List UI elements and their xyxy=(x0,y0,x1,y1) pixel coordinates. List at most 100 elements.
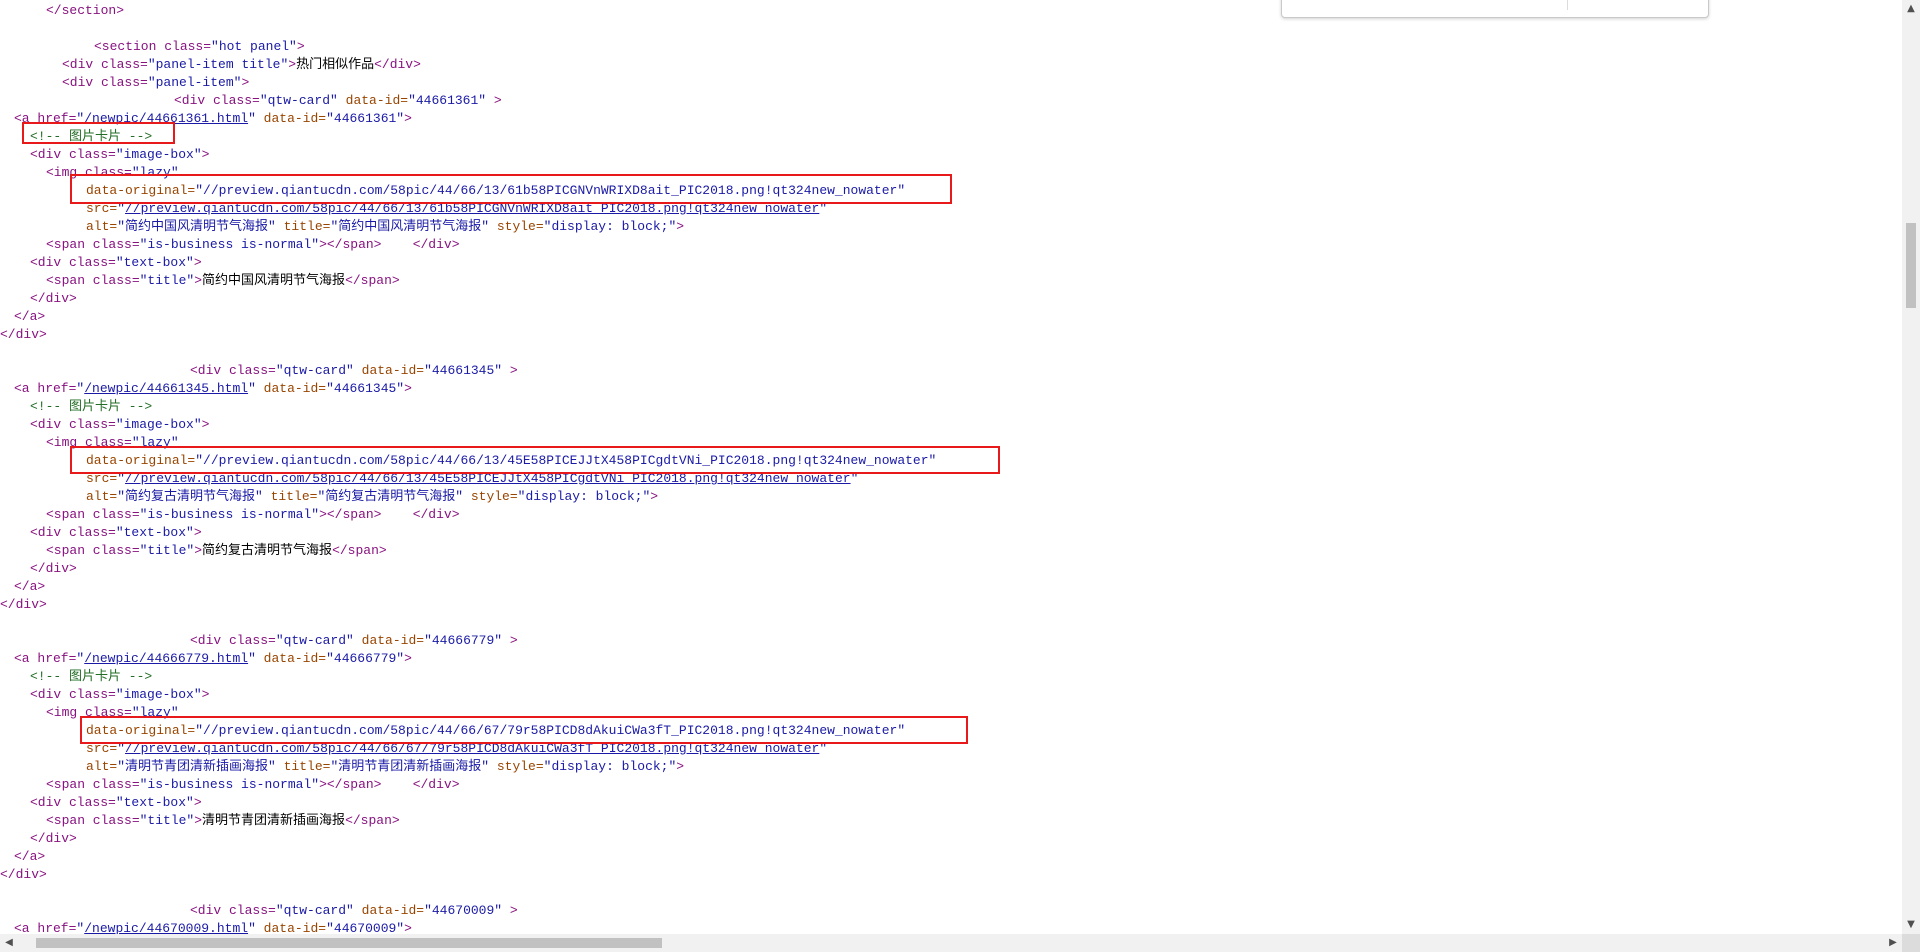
attr-value-token: "清明节青团清新插画海报" xyxy=(330,759,490,774)
tag-token: <div class= xyxy=(30,687,116,702)
code-line-anchor-open: <a href="/newpic/44666779.html" data-id=… xyxy=(14,650,412,668)
code-line-close-div: </div> xyxy=(30,290,77,308)
code-line-image-box: <div class="image-box"> xyxy=(30,686,209,704)
code-line-img-open: <img class="lazy" xyxy=(46,164,179,182)
attr-value-token: "lazy" xyxy=(131,165,179,180)
code-line-src: src="//preview.qiantucdn.com/58pic/44/66… xyxy=(86,470,858,488)
attr-value-token: "44661345" xyxy=(326,381,405,396)
comment-token: <!-- 图片卡片 --> xyxy=(30,129,153,144)
attr-value-token: "44661361" xyxy=(326,111,405,126)
find-bar[interactable] xyxy=(1281,0,1709,18)
attr-value-token: "//preview.qiantucdn.com/58pic/44/66/13/… xyxy=(195,183,906,198)
comment-token: <!-- 图片卡片 --> xyxy=(30,399,153,414)
attr-value-token: "is-business is-normal" xyxy=(139,237,320,252)
tag-token: </a> xyxy=(14,309,46,324)
code-line-close-div: </div> xyxy=(30,560,77,578)
code-line-close-a: </a> xyxy=(14,578,45,596)
tag-token: ></span> xyxy=(319,777,382,792)
src-link[interactable]: //preview.qiantucdn.com/58pic/44/66/13/6… xyxy=(125,201,819,216)
attr-name-token: title= xyxy=(275,759,331,774)
attr-value-token: "qtw-card" xyxy=(275,903,354,918)
tag-token: <a href= xyxy=(14,381,77,396)
attr-value-token: " xyxy=(248,111,256,126)
vertical-scrollbar-thumb[interactable] xyxy=(1906,223,1916,308)
attr-name-token: alt= xyxy=(86,489,118,504)
scroll-up-arrow-icon[interactable]: ▲ xyxy=(1902,0,1920,18)
tag-token: <span class= xyxy=(46,507,140,522)
attr-value-token: "qtw-card" xyxy=(275,363,354,378)
attr-value-token: "text-box" xyxy=(115,795,194,810)
href-link[interactable]: /newpic/44661345.html xyxy=(84,381,248,396)
tag-token: > xyxy=(404,651,412,666)
code-line-img-open: <img class="lazy" xyxy=(46,704,179,722)
tag-token: > xyxy=(194,543,203,558)
code-line-close-a: </a> xyxy=(14,308,45,326)
code-line-text-box: <div class="text-box"> xyxy=(30,524,202,542)
attr-value-token: "display: block;" xyxy=(543,219,677,234)
code-line-close-div: </div> xyxy=(0,866,47,884)
tag-token: </div> xyxy=(381,237,460,252)
tag-token: > xyxy=(502,363,518,378)
tag-token: </a> xyxy=(14,849,46,864)
tag-token: > xyxy=(193,255,202,270)
code-line-text-box: <div class="text-box"> xyxy=(30,794,202,812)
scroll-right-arrow-icon[interactable]: ▶ xyxy=(1884,934,1902,952)
text-node-token: 简约中国风清明节气海报 xyxy=(202,273,346,288)
code-line-comment: <!-- 图片卡片 --> xyxy=(30,398,152,416)
tag-token: > xyxy=(404,111,412,126)
horizontal-scrollbar-thumb[interactable] xyxy=(36,938,662,948)
attr-value-token: "清明节青团清新插画海报" xyxy=(117,759,276,774)
tag-token: <div class= xyxy=(30,795,116,810)
tag-token: </div> xyxy=(30,291,77,306)
attr-name-token: data-id= xyxy=(337,93,409,108)
tag-token: </div> xyxy=(0,867,47,882)
code-line-data-original: data-original="//preview.qiantucdn.com/5… xyxy=(86,182,905,200)
attr-name-token: data-id= xyxy=(353,363,425,378)
href-link[interactable]: /newpic/44666779.html xyxy=(84,651,248,666)
attr-name-token: style= xyxy=(463,489,518,504)
code-line-anchor-open: <a href="/newpic/44661345.html" data-id=… xyxy=(14,380,412,398)
tag-token: > xyxy=(193,525,202,540)
tag-token: <div class= xyxy=(30,417,116,432)
attr-name-token: data-original= xyxy=(86,183,196,198)
text-node-token: 热门相似作品 xyxy=(296,57,375,72)
href-link[interactable]: /newpic/44661361.html xyxy=(84,111,248,126)
src-link[interactable]: //preview.qiantucdn.com/58pic/44/66/13/4… xyxy=(125,471,851,486)
href-link[interactable]: /newpic/44670009.html xyxy=(84,921,248,934)
tag-token: > xyxy=(676,759,685,774)
tag-token: </div> xyxy=(381,507,460,522)
tag-token: <a href= xyxy=(14,111,77,126)
scroll-down-arrow-icon[interactable]: ▼ xyxy=(1902,916,1920,934)
code-line-panel-title: <div class="panel-item title">热门相似作品</di… xyxy=(62,56,421,74)
tag-token: </div> xyxy=(30,831,77,846)
tag-token: <div class= xyxy=(190,363,276,378)
tag-token: > xyxy=(296,39,305,54)
code-line-close-a: </a> xyxy=(14,848,45,866)
attr-value-token: "is-business is-normal" xyxy=(139,777,320,792)
src-link[interactable]: //preview.qiantucdn.com/58pic/44/66/67/7… xyxy=(125,741,819,756)
code-line-close-div: </div> xyxy=(0,596,47,614)
attr-value-token: "lazy" xyxy=(131,705,179,720)
vertical-scrollbar[interactable]: ▲ ▼ xyxy=(1902,0,1920,934)
tag-token: </section> xyxy=(46,3,125,18)
tag-token: </div> xyxy=(30,561,77,576)
code-line-card-open: <div class="qtw-card" data-id="44661361"… xyxy=(174,92,502,110)
attr-value-token: "panel-item title" xyxy=(147,57,289,72)
tag-token: <span class= xyxy=(46,813,140,828)
horizontal-scrollbar[interactable]: ◀ ▶ xyxy=(0,934,1902,952)
code-line-alt: alt="清明节青团清新插画海报" title="清明节青团清新插画海报" st… xyxy=(86,758,684,776)
tag-token: > xyxy=(650,489,659,504)
attr-value-token: " xyxy=(117,201,126,216)
scroll-left-arrow-icon[interactable]: ◀ xyxy=(0,934,18,952)
code-line-anchor-open: <a href="/newpic/44670009.html" data-id=… xyxy=(14,920,412,934)
tag-token: > xyxy=(201,417,210,432)
code-line-image-box: <div class="image-box"> xyxy=(30,146,209,164)
tag-token: > xyxy=(676,219,685,234)
tag-token: <a href= xyxy=(14,921,77,934)
attr-value-token: "display: block;" xyxy=(517,489,651,504)
tag-token: > xyxy=(241,75,250,90)
tag-token: </div> xyxy=(374,57,421,72)
tag-token: > xyxy=(502,903,518,918)
tag-token: </div> xyxy=(0,327,47,342)
tag-token: <div class= xyxy=(62,75,148,90)
